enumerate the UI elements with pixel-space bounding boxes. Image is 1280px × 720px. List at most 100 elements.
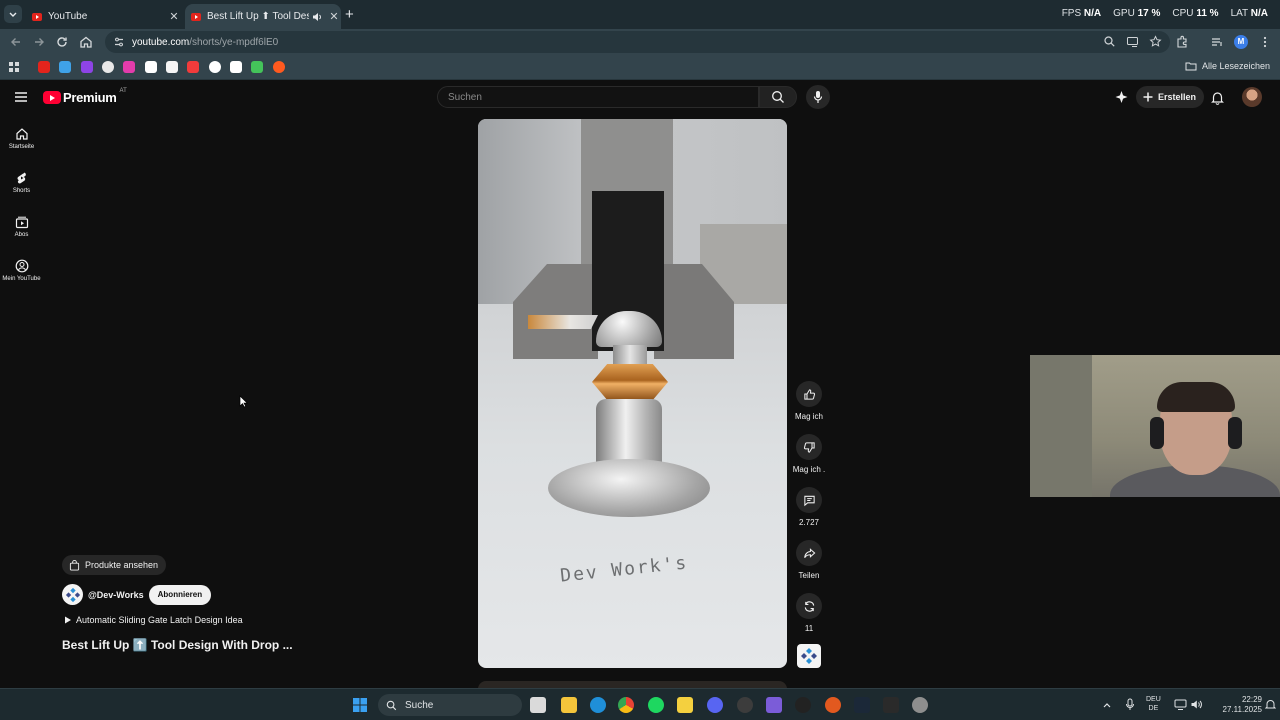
media-controls-icon[interactable] xyxy=(1210,35,1224,49)
rockstar-icon[interactable] xyxy=(677,697,693,713)
new-tab-button[interactable]: + xyxy=(345,6,354,23)
like-label: Mag ich xyxy=(794,412,823,421)
close-tab-icon[interactable]: ✕ xyxy=(167,10,181,23)
taskbar-search[interactable]: Suche xyxy=(378,694,522,716)
cast-icon[interactable] xyxy=(1126,35,1139,48)
logo-country: AT xyxy=(119,87,127,94)
address-bar[interactable]: youtube.com/shorts/ye-mpdf6lE0 xyxy=(105,31,1170,53)
apps-grid-icon[interactable] xyxy=(8,61,20,73)
remix-button[interactable]: 11 xyxy=(788,593,830,633)
share-button[interactable]: Teilen xyxy=(788,540,830,580)
search-button[interactable] xyxy=(759,86,797,108)
microphone-icon[interactable] xyxy=(1125,698,1135,711)
bookmark-star-icon[interactable] xyxy=(1149,35,1162,48)
spotify-icon[interactable] xyxy=(648,697,664,713)
share-icon xyxy=(803,547,815,558)
channel-thumbnail[interactable] xyxy=(797,644,821,668)
network-icon[interactable] xyxy=(1174,698,1187,711)
dislike-button[interactable]: Mag ich . xyxy=(788,434,830,474)
shopping-bag-icon xyxy=(69,559,80,571)
video-base-disc xyxy=(548,459,710,517)
tab-search-button[interactable] xyxy=(4,5,22,23)
channel-name-link[interactable]: @Dev-Works xyxy=(88,590,144,600)
create-button[interactable]: Erstellen xyxy=(1136,86,1205,108)
sidebar-label: Abos xyxy=(14,232,29,238)
twitch-studio-icon[interactable] xyxy=(766,697,782,713)
webcam-door xyxy=(1030,355,1092,497)
app-icon[interactable] xyxy=(825,697,841,713)
site-settings-icon[interactable] xyxy=(113,36,125,48)
chrome-icon[interactable] xyxy=(618,697,634,713)
youtube-premium-logo[interactable]: Premium AT xyxy=(43,87,127,105)
sidebar-item-my-youtube[interactable]: Mein YouTube xyxy=(0,259,43,282)
epic-games-icon[interactable] xyxy=(883,697,899,713)
close-tab-icon[interactable]: ✕ xyxy=(327,10,341,23)
all-bookmarks-button[interactable]: Alle Lesezeichen xyxy=(1185,61,1270,71)
subscribe-button[interactable]: Abonnieren xyxy=(148,584,212,605)
windows-taskbar: Suche DEU DE 22:29 27.11.2025 xyxy=(0,688,1280,720)
taskbar-search-label: Suche xyxy=(405,699,434,711)
bookmark-twitch-icon[interactable] xyxy=(81,61,93,73)
profile-avatar[interactable]: M xyxy=(1234,35,1248,49)
language-indicator[interactable]: DEU DE xyxy=(1146,695,1161,713)
bookmark-instagram-icon[interactable] xyxy=(123,61,135,73)
sidebar-item-subscriptions[interactable]: Abos xyxy=(0,215,43,238)
clock[interactable]: 22:29 27.11.2025 xyxy=(1210,695,1262,715)
sound-link[interactable]: Automatic Sliding Gate Latch Design Idea xyxy=(64,615,243,625)
view-products-button[interactable]: Produkte ansehen xyxy=(62,555,167,575)
steam-icon[interactable] xyxy=(854,697,870,713)
search-icon xyxy=(386,700,397,710)
bookmark-x-icon[interactable] xyxy=(145,61,157,73)
bookmark-kick-icon[interactable] xyxy=(251,61,263,73)
back-arrow-icon[interactable] xyxy=(8,34,24,50)
bookmark-site-icon[interactable] xyxy=(59,61,71,73)
bookmark-reddit-icon[interactable] xyxy=(273,61,285,73)
bookmark-tiktok-icon[interactable] xyxy=(230,61,242,73)
bookmark-site-icon[interactable] xyxy=(209,61,221,73)
comments-button[interactable]: 2.727 xyxy=(788,487,830,527)
app-icon[interactable] xyxy=(737,697,753,713)
app-icon[interactable] xyxy=(795,697,811,713)
tab-current-short[interactable]: Best Lift Up ⬆ Tool Design W ✕ xyxy=(185,4,341,29)
headphone-right xyxy=(1228,417,1242,449)
thumbs-down-icon xyxy=(803,441,815,453)
headphone-left xyxy=(1150,417,1164,449)
chevron-up-icon[interactable] xyxy=(1102,700,1112,710)
sidebar-item-home[interactable]: Startseite xyxy=(0,127,43,150)
audio-playing-icon[interactable] xyxy=(311,11,323,23)
extensions-icon[interactable] xyxy=(1175,35,1189,49)
shorts-video-player[interactable]: Dev Work's xyxy=(478,119,787,668)
bookmarks-bar: Alle Lesezeichen xyxy=(0,55,1280,80)
bookmark-youtube-icon[interactable] xyxy=(38,61,50,73)
short-title[interactable]: Best Lift Up ⬆️ Tool Design With Drop ..… xyxy=(62,638,293,652)
chevron-down-icon xyxy=(9,12,17,17)
bookmark-site-icon[interactable] xyxy=(187,61,199,73)
discord-icon[interactable] xyxy=(707,697,723,713)
notification-icon[interactable] xyxy=(1265,698,1276,711)
bookmark-site-icon[interactable] xyxy=(166,61,178,73)
channel-avatar[interactable] xyxy=(62,584,83,605)
notifications-bell-icon[interactable] xyxy=(1210,90,1225,105)
task-view-icon[interactable] xyxy=(530,697,546,713)
zoom-icon[interactable] xyxy=(1103,35,1116,48)
obs-icon[interactable] xyxy=(912,697,928,713)
like-button[interactable]: Mag ich xyxy=(788,381,830,421)
clock-date: 27.11.2025 xyxy=(1222,705,1262,714)
tab-youtube[interactable]: YouTube ✕ xyxy=(26,4,181,29)
sidebar-item-shorts[interactable]: Shorts xyxy=(0,171,43,194)
bookmark-site-icon[interactable] xyxy=(102,61,114,73)
youtube-logo-icon xyxy=(43,91,61,104)
hamburger-menu-icon[interactable] xyxy=(14,90,28,104)
search-input[interactable]: Suchen xyxy=(437,86,759,108)
file-explorer-icon[interactable] xyxy=(561,697,577,713)
forward-arrow-icon[interactable] xyxy=(31,34,47,50)
volume-icon[interactable] xyxy=(1190,698,1203,711)
windows-start-icon[interactable] xyxy=(352,697,368,713)
voice-search-button[interactable] xyxy=(806,85,830,109)
edge-icon[interactable] xyxy=(590,697,606,713)
home-icon[interactable] xyxy=(78,34,94,50)
more-menu-icon[interactable] xyxy=(1258,35,1272,49)
ai-sparkle-icon[interactable] xyxy=(1114,90,1129,105)
reload-icon[interactable] xyxy=(54,34,70,50)
account-avatar[interactable] xyxy=(1242,87,1262,107)
